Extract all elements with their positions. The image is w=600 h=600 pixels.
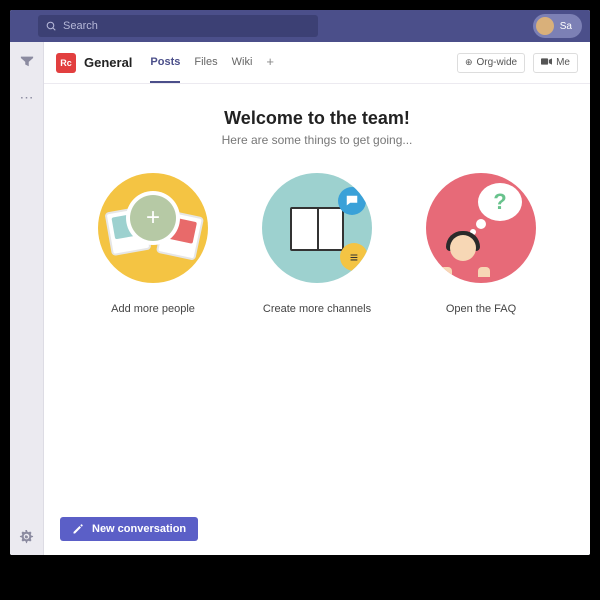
meet-button[interactable]: Me (533, 53, 578, 73)
welcome-subtitle: Here are some things to get going... (60, 133, 574, 147)
app-window-frame: Search Sa ⋯ Rc General Posts (0, 0, 600, 600)
welcome-area: Welcome to the team! Here are some thing… (44, 84, 590, 507)
org-wide-button[interactable]: ⊕ Org-wide (457, 53, 525, 73)
tab-posts[interactable]: Posts (150, 42, 180, 83)
card-add-people[interactable]: + Add more people (92, 173, 214, 315)
list-icon (340, 243, 368, 271)
app-body: ⋯ Rc General Posts Files Wiki + ⊕ Org-wi… (10, 42, 590, 555)
question-icon: ? (478, 183, 522, 221)
camera-icon (541, 57, 552, 68)
channel-name: General (84, 55, 132, 70)
compose-icon (72, 523, 84, 535)
tab-files[interactable]: Files (194, 42, 217, 83)
chat-icon (338, 187, 366, 215)
profile-button[interactable]: Sa (533, 14, 582, 38)
search-placeholder: Search (63, 20, 98, 32)
card-label: Open the FAQ (446, 303, 516, 315)
user-initials: Sa (560, 21, 572, 32)
title-bar: Search Sa (10, 10, 590, 42)
welcome-cards: + Add more people Create more channels (60, 173, 574, 315)
search-input[interactable]: Search (38, 15, 318, 37)
tab-wiki[interactable]: Wiki (232, 42, 253, 83)
compose-area: New conversation (44, 507, 590, 555)
org-wide-label: Org-wide (477, 57, 518, 68)
teams-app: Search Sa ⋯ Rc General Posts (10, 10, 590, 555)
search-icon (46, 21, 57, 32)
new-conversation-label: New conversation (92, 523, 186, 535)
card-open-faq[interactable]: ? Open the FAQ (420, 173, 542, 315)
add-tab-button[interactable]: + (266, 42, 274, 83)
channel-tabs: Posts Files Wiki + (150, 42, 274, 83)
settings-icon[interactable] (18, 527, 36, 545)
open-faq-illustration: ? (426, 173, 536, 283)
avatar (536, 17, 554, 35)
add-people-illustration: + (98, 173, 208, 283)
rail-more-icon[interactable]: ⋯ (18, 88, 36, 106)
card-create-channels[interactable]: Create more channels (256, 173, 378, 315)
new-conversation-button[interactable]: New conversation (60, 517, 198, 541)
app-rail: ⋯ (10, 42, 44, 555)
channel-panel: Rc General Posts Files Wiki + ⊕ Org-wide (44, 42, 590, 555)
card-label: Add more people (111, 303, 195, 315)
team-avatar: Rc (56, 53, 76, 73)
create-channels-illustration (262, 173, 372, 283)
card-label: Create more channels (263, 303, 371, 315)
rail-filter-icon[interactable] (18, 52, 36, 70)
channel-header: Rc General Posts Files Wiki + ⊕ Org-wide (44, 42, 590, 84)
welcome-title: Welcome to the team! (60, 108, 574, 129)
meet-label: Me (556, 57, 570, 68)
globe-icon: ⊕ (465, 57, 473, 68)
